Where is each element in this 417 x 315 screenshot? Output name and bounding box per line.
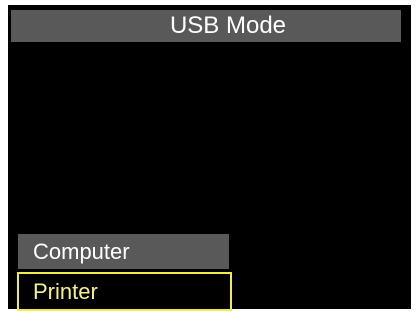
camera-screen-frame: USB Mode Computer Printer bbox=[0, 0, 417, 315]
title-bar: USB Mode bbox=[11, 10, 401, 42]
menu-item-printer[interactable]: Printer bbox=[17, 272, 232, 311]
menu-item-computer[interactable]: Computer bbox=[18, 234, 229, 269]
page-title: USB Mode bbox=[169, 12, 287, 39]
